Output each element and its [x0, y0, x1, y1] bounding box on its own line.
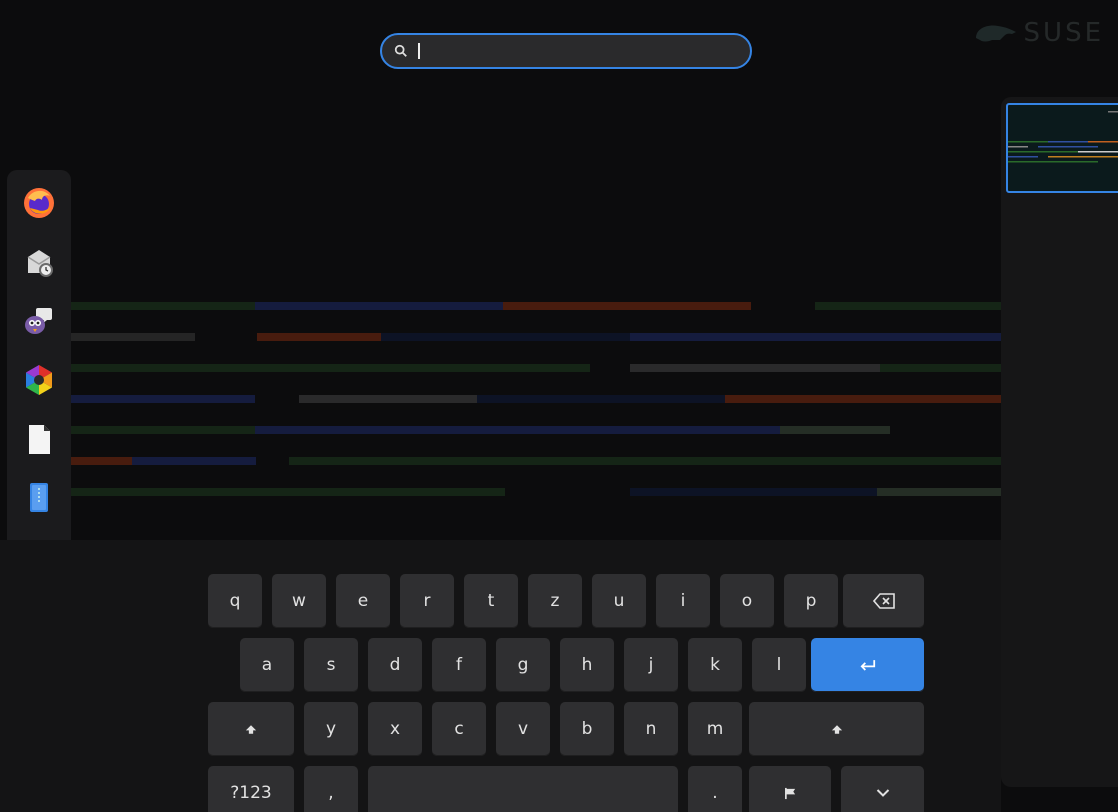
- key-label: e: [357, 591, 369, 611]
- key-a[interactable]: a: [240, 638, 294, 692]
- key-label: m: [706, 719, 724, 739]
- key-o[interactable]: o: [720, 574, 774, 628]
- flag-icon: [784, 787, 795, 799]
- chat-icon: [25, 307, 52, 334]
- key-label: f: [456, 655, 462, 675]
- key-label: j: [648, 655, 654, 675]
- key-c[interactable]: c: [432, 702, 486, 756]
- shift-key-left[interactable]: [208, 702, 294, 756]
- chevron-down-icon: [876, 789, 889, 797]
- key-label: u: [613, 591, 625, 611]
- key-q[interactable]: q: [208, 574, 262, 628]
- text-editor-icon: [30, 483, 48, 513]
- key-label: b: [581, 719, 593, 739]
- space-key[interactable]: [368, 766, 678, 812]
- key-label: x: [389, 719, 401, 739]
- chameleon-icon: [975, 25, 1016, 42]
- color-app-icon: [26, 364, 52, 395]
- key-y[interactable]: y: [304, 702, 358, 756]
- key-e[interactable]: e: [336, 574, 390, 628]
- workspace-preview: [1008, 111, 1118, 163]
- key-g[interactable]: g: [496, 638, 550, 692]
- key-m[interactable]: m: [688, 702, 742, 756]
- key-label: q: [229, 591, 241, 611]
- search-input[interactable]: [420, 34, 750, 68]
- shift-icon: [245, 724, 257, 734]
- key-f[interactable]: f: [432, 638, 486, 692]
- numbers-key[interactable]: ?123: [208, 766, 294, 812]
- key-s[interactable]: s: [304, 638, 358, 692]
- key-label: i: [680, 591, 686, 611]
- dock-item-mail[interactable]: [19, 243, 59, 281]
- key-comma[interactable]: ,: [304, 766, 358, 812]
- shift-key-right[interactable]: [749, 702, 924, 756]
- key-h[interactable]: h: [560, 638, 614, 692]
- key-label: ?123: [230, 783, 272, 803]
- enter-icon: [860, 659, 875, 671]
- dock-item-chat[interactable]: [19, 302, 59, 340]
- key-label: z: [550, 591, 560, 611]
- key-j[interactable]: j: [624, 638, 678, 692]
- overview-screen: SUSE q w e r t z u i o p a s d f g h j k…: [0, 0, 1118, 812]
- key-label: t: [487, 591, 495, 611]
- key-x[interactable]: x: [368, 702, 422, 756]
- key-i[interactable]: i: [656, 574, 710, 628]
- key-b[interactable]: b: [560, 702, 614, 756]
- search-field[interactable]: [380, 33, 752, 69]
- key-label: l: [776, 655, 782, 675]
- enter-key[interactable]: [811, 638, 924, 692]
- key-label: s: [326, 655, 336, 675]
- key-label: g: [517, 655, 529, 675]
- key-p[interactable]: p: [784, 574, 838, 628]
- key-k[interactable]: k: [688, 638, 742, 692]
- key-label: k: [710, 655, 720, 675]
- key-v[interactable]: v: [496, 702, 550, 756]
- workspace-switcher: [1001, 97, 1118, 787]
- on-screen-keyboard: q w e r t z u i o p a s d f g h j k l y …: [0, 540, 1001, 812]
- key-label: .: [712, 783, 718, 803]
- dock-item-text-editor[interactable]: [19, 478, 59, 516]
- key-t[interactable]: t: [464, 574, 518, 628]
- backspace-key[interactable]: [843, 574, 924, 628]
- shift-icon: [831, 724, 842, 734]
- key-period[interactable]: .: [688, 766, 742, 812]
- key-label: o: [741, 591, 753, 611]
- key-label: n: [645, 719, 657, 739]
- key-u[interactable]: u: [592, 574, 646, 628]
- key-label: v: [517, 719, 529, 739]
- workspace-thumbnail[interactable]: [1006, 103, 1118, 193]
- dock-item-document[interactable]: [19, 420, 59, 458]
- key-label: a: [261, 655, 273, 675]
- key-w[interactable]: w: [272, 574, 326, 628]
- key-label: r: [423, 591, 431, 611]
- key-l[interactable]: l: [752, 638, 806, 692]
- key-label: p: [805, 591, 817, 611]
- key-label: w: [292, 591, 306, 611]
- key-label: d: [389, 655, 401, 675]
- background-windows: [70, 302, 1005, 496]
- key-r[interactable]: r: [400, 574, 454, 628]
- logo-text: SUSE: [1023, 18, 1104, 48]
- suse-logo: SUSE: [974, 18, 1104, 48]
- dock-item-color-app[interactable]: [19, 361, 59, 399]
- key-label: ,: [328, 783, 334, 803]
- language-key[interactable]: [749, 766, 831, 812]
- key-label: y: [325, 719, 337, 739]
- backspace-icon: [872, 593, 895, 609]
- mail-clock-icon: [27, 249, 53, 277]
- dock-item-firefox[interactable]: [19, 184, 59, 222]
- key-label: h: [581, 655, 593, 675]
- key-label: c: [454, 719, 464, 739]
- key-z[interactable]: z: [528, 574, 582, 628]
- hide-keyboard-key[interactable]: [841, 766, 924, 812]
- key-d[interactable]: d: [368, 638, 422, 692]
- document-icon: [29, 424, 50, 454]
- search-icon: [394, 44, 407, 57]
- firefox-icon: [24, 187, 54, 218]
- key-n[interactable]: n: [624, 702, 678, 756]
